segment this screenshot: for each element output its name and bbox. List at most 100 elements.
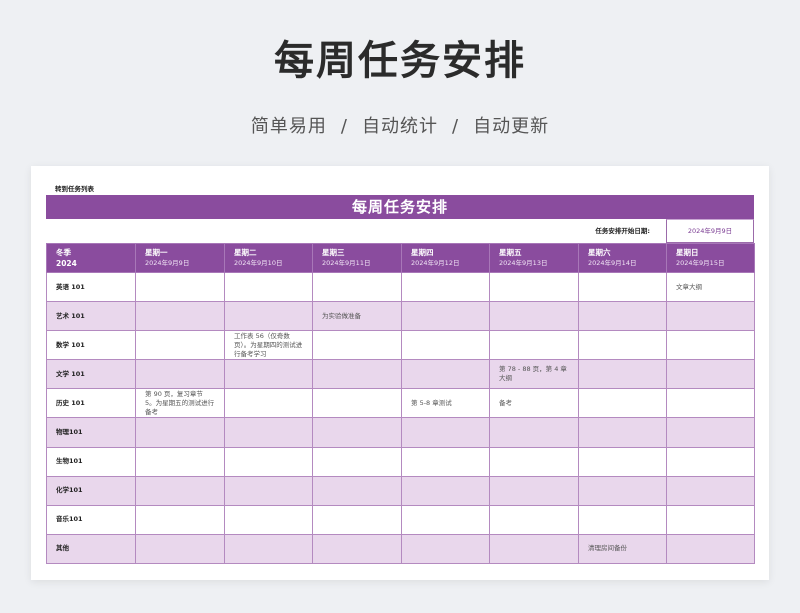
task-cell[interactable] xyxy=(401,417,490,448)
task-cell[interactable] xyxy=(578,330,667,361)
header-day-cell: 星期二 2024年9月10日 xyxy=(224,243,313,273)
task-cell[interactable] xyxy=(666,359,755,390)
subject-cell[interactable]: 艺术 101 xyxy=(46,301,136,332)
task-cell[interactable] xyxy=(489,417,579,448)
task-cell[interactable]: 为实验做准备 xyxy=(312,301,402,332)
subject-cell[interactable]: 文学 101 xyxy=(46,359,136,390)
subject-cell[interactable]: 历史 101 xyxy=(46,388,136,419)
task-cell[interactable] xyxy=(224,301,313,332)
task-cell[interactable] xyxy=(666,475,755,506)
task-cell[interactable] xyxy=(578,271,667,303)
header-day: 星期五 xyxy=(499,248,522,257)
task-cell[interactable] xyxy=(578,301,667,332)
task-cell[interactable] xyxy=(135,475,225,506)
task-cell[interactable] xyxy=(401,446,490,477)
task-cell[interactable] xyxy=(578,475,667,506)
header-year: 2024 xyxy=(56,259,77,268)
header-date: 2024年9月12日 xyxy=(411,259,460,267)
task-cell[interactable] xyxy=(224,533,313,564)
task-cell[interactable] xyxy=(401,504,490,535)
task-cell[interactable]: 工作表 56（仅奇数页）。为星期四的测试进行备考学习 xyxy=(224,330,313,361)
task-cell[interactable] xyxy=(666,417,755,448)
task-cell[interactable] xyxy=(401,330,490,361)
task-cell[interactable] xyxy=(489,330,579,361)
task-cell[interactable] xyxy=(489,271,579,303)
header-day-cell: 星期五 2024年9月13日 xyxy=(489,243,579,273)
subject-cell[interactable]: 英语 101 xyxy=(46,271,136,303)
task-cell[interactable] xyxy=(489,301,579,332)
header-day-cell: 星期一 2024年9月9日 xyxy=(135,243,225,273)
header-day: 星期四 xyxy=(411,248,434,257)
subject-cell[interactable]: 生物101 xyxy=(46,446,136,477)
task-cell[interactable] xyxy=(489,475,579,506)
task-cell[interactable]: 第 78 - 88 页，第 4 章大纲 xyxy=(489,359,579,390)
subject-cell[interactable]: 化学101 xyxy=(46,475,136,506)
task-cell[interactable] xyxy=(312,533,402,564)
table-row: 生物101 xyxy=(46,446,755,477)
task-cell[interactable] xyxy=(312,504,402,535)
task-cell[interactable] xyxy=(312,271,402,303)
task-cell[interactable] xyxy=(224,388,313,419)
task-cell[interactable] xyxy=(135,330,225,361)
header-day-cell: 星期四 2024年9月12日 xyxy=(401,243,490,273)
task-cell[interactable] xyxy=(578,359,667,390)
task-cell[interactable] xyxy=(578,417,667,448)
subtitle-part: 简单易用 xyxy=(250,116,327,137)
task-cell[interactable] xyxy=(312,475,402,506)
task-cell[interactable] xyxy=(578,504,667,535)
task-cell[interactable] xyxy=(489,533,579,564)
start-date-label: 任务安排开始日期: xyxy=(595,227,650,235)
subject-cell[interactable]: 音乐101 xyxy=(46,504,136,535)
start-date-input[interactable]: 2024年9月9日 xyxy=(666,219,754,243)
task-cell[interactable] xyxy=(578,446,667,477)
header-date: 2024年9月13日 xyxy=(499,259,548,267)
task-cell[interactable] xyxy=(135,359,225,390)
task-cell[interactable] xyxy=(312,388,402,419)
task-cell[interactable] xyxy=(224,446,313,477)
task-cell[interactable] xyxy=(135,446,225,477)
task-cell[interactable]: 第 90 页，复习章节 5。为星期五的测试进行备考 xyxy=(135,388,225,419)
task-cell[interactable] xyxy=(578,388,667,419)
task-cell[interactable] xyxy=(666,504,755,535)
task-cell[interactable] xyxy=(666,301,755,332)
task-cell[interactable] xyxy=(224,359,313,390)
task-cell[interactable] xyxy=(312,446,402,477)
task-cell[interactable] xyxy=(401,533,490,564)
task-cell[interactable] xyxy=(401,359,490,390)
task-cell[interactable]: 清理房间备份 xyxy=(578,533,667,564)
task-cell[interactable] xyxy=(224,271,313,303)
start-date-row: 任务安排开始日期: 2024年9月9日 xyxy=(46,219,754,243)
task-cell[interactable]: 备考 xyxy=(489,388,579,419)
task-cell[interactable] xyxy=(401,301,490,332)
subject-cell[interactable]: 其他 xyxy=(46,533,136,564)
task-cell[interactable] xyxy=(224,417,313,448)
task-cell[interactable] xyxy=(135,301,225,332)
task-cell[interactable] xyxy=(312,330,402,361)
task-cell[interactable] xyxy=(666,330,755,361)
subject-cell[interactable]: 数学 101 xyxy=(46,330,136,361)
subtitle-part: 自动更新 xyxy=(473,116,550,137)
task-cell[interactable] xyxy=(666,446,755,477)
header-term: 冬季 xyxy=(56,248,71,257)
task-cell[interactable] xyxy=(135,533,225,564)
subject-cell[interactable]: 物理101 xyxy=(46,417,136,448)
task-cell[interactable] xyxy=(401,271,490,303)
task-cell[interactable] xyxy=(224,475,313,506)
task-cell[interactable] xyxy=(666,533,755,564)
task-cell[interactable] xyxy=(312,417,402,448)
task-cell[interactable]: 文章大纲 xyxy=(666,271,755,303)
sheet-banner-title: 每周任务安排 xyxy=(46,195,754,219)
task-cell[interactable] xyxy=(135,504,225,535)
task-cell[interactable] xyxy=(135,271,225,303)
task-cell[interactable] xyxy=(489,446,579,477)
jump-to-task-list-link[interactable]: 转到任务列表 xyxy=(55,183,94,193)
header-term-cell: 冬季 2024 xyxy=(46,243,136,273)
task-cell[interactable] xyxy=(135,417,225,448)
task-cell[interactable]: 第 5-8 章测试 xyxy=(401,388,490,419)
header-day-cell: 星期日 2024年9月15日 xyxy=(666,243,755,273)
task-cell[interactable] xyxy=(401,475,490,506)
task-cell[interactable] xyxy=(312,359,402,390)
task-cell[interactable] xyxy=(489,504,579,535)
task-cell[interactable] xyxy=(666,388,755,419)
task-cell[interactable] xyxy=(224,504,313,535)
